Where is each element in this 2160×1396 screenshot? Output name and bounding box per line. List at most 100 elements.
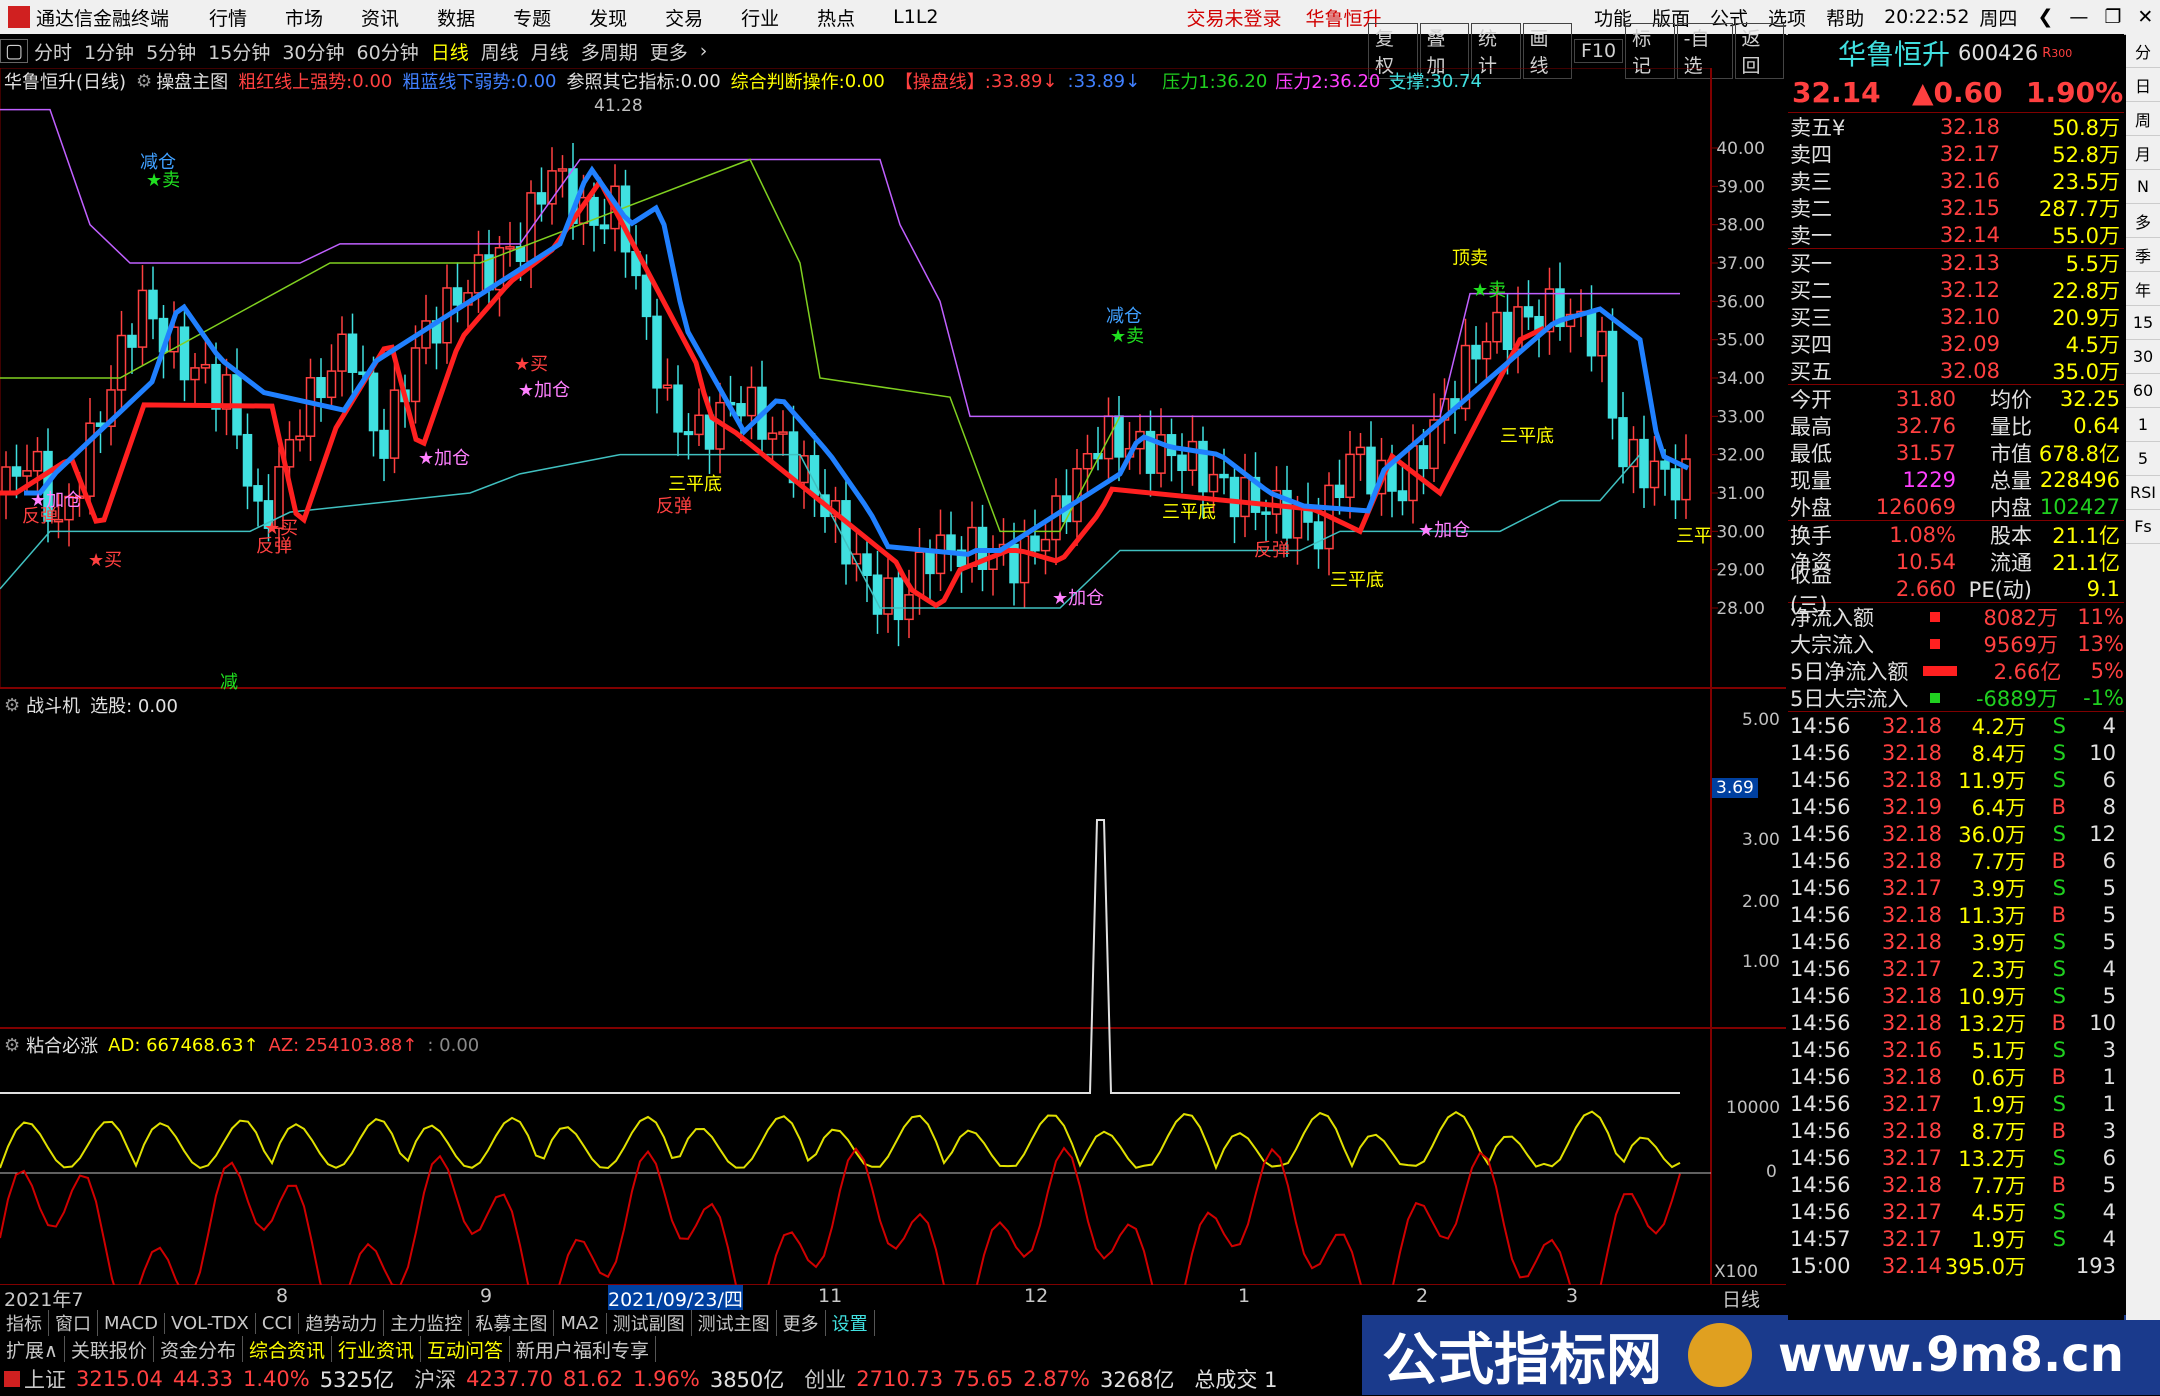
tab[interactable]: VOL-TDX: [165, 1312, 256, 1334]
sub1-axis-label: 1.00: [1742, 952, 1780, 972]
ma-line-red: [0, 176, 1546, 609]
menu-item[interactable]: 帮助: [1826, 4, 1864, 31]
settings-icon[interactable]: ⚙: [4, 695, 20, 716]
tab[interactable]: 私募主图: [469, 1310, 555, 1336]
sidebar-button[interactable]: 30: [2126, 340, 2160, 374]
ask-row[interactable]: 卖四 32.17 52.8万: [1788, 140, 2124, 167]
sidebar-button[interactable]: 15: [2126, 306, 2160, 340]
sub1-name[interactable]: 战斗机: [26, 692, 80, 718]
ext-item[interactable]: 综合资讯: [243, 1335, 332, 1363]
sidebar-button[interactable]: 60: [2126, 374, 2160, 408]
chevron-right-icon[interactable]: ›: [694, 40, 714, 62]
sidebar-button[interactable]: 季: [2126, 238, 2160, 272]
ext-item[interactable]: 新用户福利专享: [510, 1335, 657, 1363]
close-icon[interactable]: ✕: [2137, 6, 2153, 28]
tab[interactable]: MA2: [554, 1312, 607, 1334]
ask-row[interactable]: 卖三 32.16 23.5万: [1788, 167, 2124, 194]
period-tab[interactable]: 月线: [525, 38, 575, 65]
tab-settings[interactable]: 设置: [826, 1310, 875, 1336]
ext-item[interactable]: 互动问答: [421, 1335, 510, 1363]
index-name[interactable]: 上证: [24, 1364, 66, 1394]
period-tab[interactable]: 30分钟: [276, 38, 350, 65]
sidebar-button[interactable]: 1: [2126, 408, 2160, 442]
candle-body: [190, 367, 200, 381]
menu-item[interactable]: 专题: [513, 4, 551, 31]
period-tab[interactable]: 60分钟: [351, 38, 425, 65]
index-name[interactable]: 创业: [804, 1364, 846, 1394]
period-tab[interactable]: 周线: [475, 38, 525, 65]
sidebar-button[interactable]: 日: [2126, 68, 2160, 102]
sidebar-button[interactable]: 5: [2126, 442, 2160, 476]
tick-count: 5: [2102, 875, 2116, 900]
collapse-icon[interactable]: ▢: [0, 39, 28, 63]
tab[interactable]: 趋势动力: [299, 1310, 385, 1336]
ext-item[interactable]: 关联报价: [65, 1335, 154, 1363]
period-tab[interactable]: 1分钟: [78, 38, 140, 65]
sidebar-button[interactable]: Fs: [2126, 510, 2160, 544]
menu-item[interactable]: 市场: [285, 4, 323, 31]
period-tab[interactable]: 分时: [28, 38, 78, 65]
ask-row[interactable]: 卖一 32.14 55.0万: [1788, 221, 2124, 248]
kline-chart[interactable]: 40.00 39.00 38.00 37.00 36.00 35.00 34.00 33.00…: [0, 68, 1786, 1285]
tab[interactable]: 窗口: [49, 1310, 98, 1336]
candles: [1, 143, 1691, 647]
tab[interactable]: 更多: [777, 1310, 826, 1336]
bid-row[interactable]: 买二 32.12 22.8万: [1788, 276, 2124, 303]
sub2-name[interactable]: 粘合必涨: [26, 1032, 98, 1058]
stat-label: 最高: [1790, 414, 1832, 439]
sidebar-button[interactable]: 周: [2126, 102, 2160, 136]
sidebar-button[interactable]: 分: [2126, 34, 2160, 68]
tab[interactable]: CCI: [256, 1312, 300, 1334]
settings-icon[interactable]: ⚙: [4, 1035, 20, 1056]
bid-row[interactable]: 买一 32.13 5.5万: [1788, 249, 2124, 276]
ask-label: 卖五¥: [1790, 115, 1846, 140]
sidebar-button[interactable]: 月: [2126, 136, 2160, 170]
tick-list[interactable]: 14:56 32.18 4.2万 S 4 14:56 32.18 8.4万 S 10 14:56 32…: [1788, 712, 2124, 1279]
flow-pct: 13%: [2077, 631, 2124, 656]
menu-item[interactable]: 交易: [665, 4, 703, 31]
tick-row: 15:00 32.14 395.0万 193: [1788, 1252, 2124, 1279]
stat-label: 市值: [1990, 441, 2032, 466]
flow-value: -6889万: [1975, 686, 2058, 711]
period-tab-active[interactable]: 日线: [425, 38, 475, 65]
tab[interactable]: MACD: [98, 1312, 165, 1334]
tick-time: 14:56: [1790, 1145, 1851, 1170]
ask-row[interactable]: 卖五¥ 32.18 50.8万: [1788, 113, 2124, 140]
index-name[interactable]: 沪深: [414, 1364, 456, 1394]
login-status[interactable]: 交易未登录: [1187, 4, 1282, 31]
menu-item[interactable]: 行业: [741, 4, 779, 31]
sidebar-button[interactable]: RSI: [2126, 476, 2160, 510]
menu-item[interactable]: L1L2: [893, 6, 938, 28]
tab[interactable]: 指标: [0, 1310, 49, 1336]
sidebar-button[interactable]: 年: [2126, 272, 2160, 306]
sidebar-button[interactable]: N: [2126, 170, 2160, 204]
sidebar-button[interactable]: 多: [2126, 204, 2160, 238]
tab[interactable]: 主力监控: [384, 1310, 470, 1336]
tab[interactable]: 测试副图: [607, 1310, 692, 1336]
menu-item[interactable]: 热点: [817, 4, 855, 31]
tab[interactable]: 测试主图: [692, 1310, 777, 1336]
minimize-icon[interactable]: —: [2069, 6, 2088, 28]
restore-icon[interactable]: ❐: [2104, 6, 2121, 28]
period-tab[interactable]: 多周期: [575, 38, 644, 65]
menu-item[interactable]: 资讯: [361, 4, 399, 31]
back-icon[interactable]: ❮: [2037, 6, 2053, 28]
bid-row[interactable]: 买四 32.09 4.5万: [1788, 330, 2124, 357]
menu-item[interactable]: 发现: [589, 4, 627, 31]
period-tab[interactable]: 15分钟: [202, 38, 276, 65]
flow-pct: 5%: [2090, 658, 2124, 683]
menu-item[interactable]: 数据: [437, 4, 475, 31]
menu-item[interactable]: 行情: [209, 4, 247, 31]
ext-item[interactable]: 扩展∧: [0, 1335, 65, 1363]
flow-label: 大宗流入: [1790, 632, 1874, 657]
period-tab-more[interactable]: 更多: [644, 38, 694, 65]
price-axis-label: 32.00: [1716, 446, 1765, 466]
ask-row[interactable]: 卖二 32.15 287.7万: [1788, 194, 2124, 221]
bid-row[interactable]: 买五 32.08 35.0万: [1788, 357, 2124, 384]
toolbar-button[interactable]: F10: [1574, 39, 1624, 63]
ext-item[interactable]: 行业资讯: [332, 1335, 421, 1363]
bid-row[interactable]: 买三 32.10 20.9万: [1788, 303, 2124, 330]
period-tab[interactable]: 5分钟: [140, 38, 202, 65]
ext-item[interactable]: 资金分布: [154, 1335, 243, 1363]
candle-body: [641, 274, 652, 318]
